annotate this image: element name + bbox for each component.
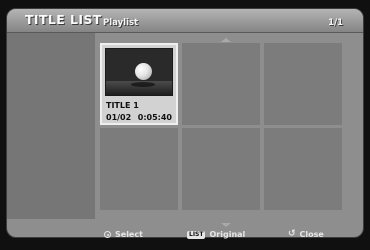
scroll-up-arrow-icon[interactable] xyxy=(221,38,231,42)
title-duration: 0:05:40 xyxy=(137,113,172,122)
title-list-screen: TITLE LIST Playlist 1/1 TITLE 1 01/02 0:… xyxy=(6,8,364,238)
thumbnail-ball-shadow xyxy=(131,82,155,87)
title-thumbnail xyxy=(105,48,173,96)
list-type-label: Playlist xyxy=(103,18,139,28)
title-grid: TITLE 1 01/02 0:05:40 xyxy=(100,43,342,210)
select-circle-icon xyxy=(104,231,111,238)
original-label: Original xyxy=(209,230,246,239)
empty-slot xyxy=(100,128,178,210)
list-key-icon: LIST xyxy=(187,230,206,239)
empty-slot xyxy=(182,128,260,210)
thumbnail-ball xyxy=(135,63,152,80)
return-icon: ↺ xyxy=(288,229,296,239)
close-hint: ↺ Close xyxy=(288,229,324,240)
select-label: Select xyxy=(115,230,143,239)
original-hint: LIST Original xyxy=(187,230,245,239)
header-bar: TITLE LIST Playlist 1/1 xyxy=(7,9,363,33)
select-hint: Select xyxy=(104,230,143,239)
page-title: TITLE LIST xyxy=(25,12,102,27)
empty-slot xyxy=(264,43,342,125)
empty-slot xyxy=(182,43,260,125)
page-counter: 1/1 xyxy=(328,18,343,28)
footer-hints: Select LIST Original ↺ Close xyxy=(0,230,370,244)
scroll-down-arrow-icon[interactable] xyxy=(221,223,231,227)
sidebar-panel xyxy=(7,33,95,219)
title-item-1[interactable]: TITLE 1 01/02 0:05:40 xyxy=(100,43,178,125)
empty-slot xyxy=(264,128,342,210)
close-label: Close xyxy=(299,230,324,239)
title-name: TITLE 1 xyxy=(106,101,139,110)
title-date: 01/02 xyxy=(106,113,132,122)
